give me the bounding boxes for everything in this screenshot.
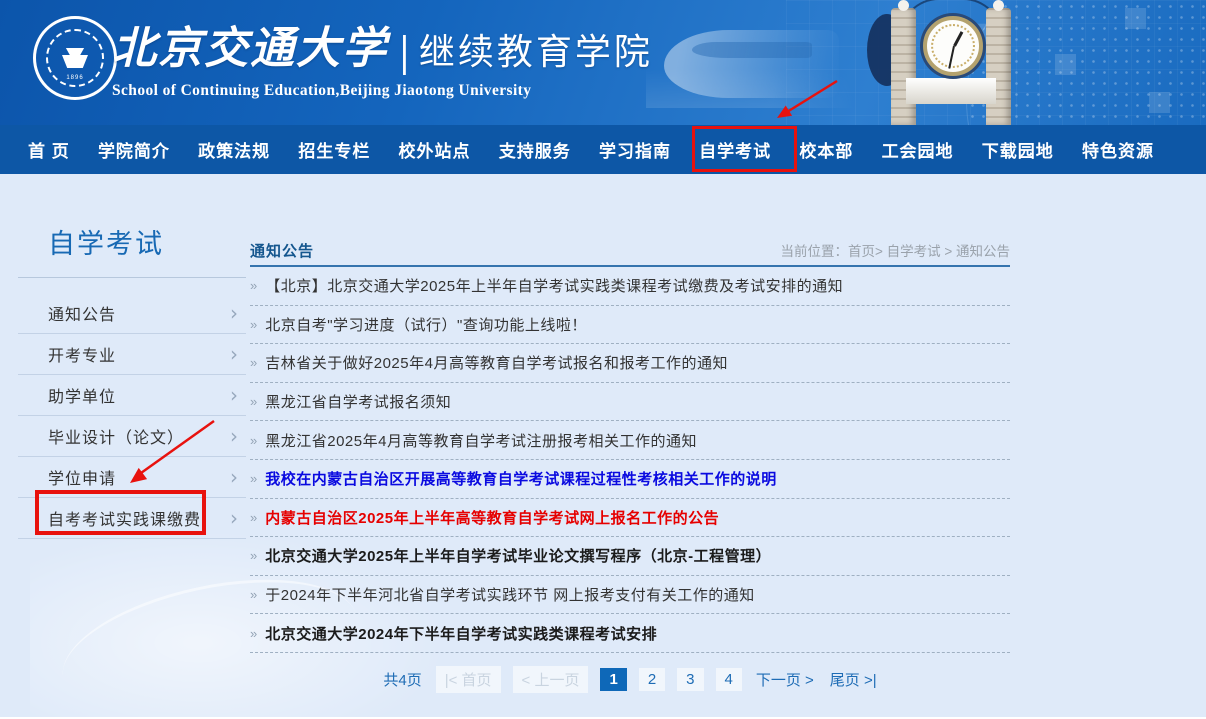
page-button-3[interactable]: 3 [677, 668, 703, 691]
content-area: 自学考试 通知公告 › 开考专业 › 助学单位 › 毕业设计（论文） › [0, 174, 1206, 719]
notice-item[interactable]: » 北京交通大学2024年下半年自学考试实践类课程考试安排 [250, 614, 1010, 653]
main-nav: 首 页 学院简介 政策法规 招生专栏 校外站点 支持服务 学习指南 自学考试 校… [0, 125, 1206, 174]
chevron-right-icon: › [230, 385, 238, 405]
chevron-right-icon: › [230, 426, 238, 446]
nav-item-featured[interactable]: 特色资源 [1082, 137, 1154, 162]
nav-item-support[interactable]: 支持服务 [499, 137, 571, 162]
nav-item-policies[interactable]: 政策法规 [198, 137, 270, 162]
bullet-icon: » [250, 471, 257, 486]
first-page-button: |< 首页 [436, 666, 501, 693]
last-page-button[interactable]: 尾页 >| [828, 666, 879, 693]
notice-item[interactable]: » 北京交通大学2025年上半年自学考试毕业论文撰写程序（北京-工程管理） [250, 537, 1010, 576]
prev-page-button: < 上一页 [513, 666, 589, 693]
notice-item[interactable]: » 黑龙江省自学考试报名须知 [250, 383, 1010, 422]
chevron-right-icon: › [230, 467, 238, 487]
clock-tower-graphic [881, 2, 1021, 125]
site-header: 1896 北京交通大学 | 继续教育学院 School of Continuin… [0, 0, 1206, 125]
nav-item-about[interactable]: 学院简介 [98, 137, 170, 162]
breadcrumb: 当前位置：首页> 自学考试 > 通知公告 [780, 240, 1010, 260]
nav-item-offsite[interactable]: 校外站点 [399, 137, 471, 162]
notice-item[interactable]: » 黑龙江省2025年4月高等教育自学考试注册报考相关工作的通知 [250, 421, 1010, 460]
site-title-block: 北京交通大学 | 继续教育学院 School of Continuing Edu… [112, 18, 653, 100]
notice-item[interactable]: » 于2024年下半年河北省自学考试实践环节 网上报考支付有关工作的通知 [250, 576, 1010, 615]
nav-item-main-campus[interactable]: 校本部 [799, 137, 853, 162]
page-button-4[interactable]: 4 [716, 668, 742, 691]
bullet-icon: » [250, 587, 257, 602]
next-page-button[interactable]: 下一页 > [754, 666, 816, 693]
sidebar-title: 自学考试 [48, 222, 246, 261]
divider [18, 277, 246, 278]
main-panel: 通知公告 当前位置：首页> 自学考试 > 通知公告 » 【北京】北京交通大学20… [250, 240, 1010, 693]
sidebar-item-degree-application[interactable]: 学位申请 › [18, 457, 246, 498]
bullet-icon: » [250, 433, 257, 448]
bullet-icon: » [250, 355, 257, 370]
sidebar-item-thesis[interactable]: 毕业设计（论文） › [18, 416, 246, 457]
bullet-icon: » [250, 394, 257, 409]
bullet-icon: » [250, 626, 257, 641]
notice-item[interactable]: » 内蒙古自治区2025年上半年高等教育自学考试网上报名工作的公告 [250, 499, 1010, 538]
clock-face [923, 16, 983, 76]
school-name-cn: 继续教育学院 [419, 30, 653, 76]
header-decoration [646, 0, 1206, 125]
anvil-icon [62, 48, 88, 68]
title-divider: | [400, 27, 409, 77]
chevron-right-icon: › [230, 344, 238, 364]
university-seal-logo: 1896 [33, 16, 117, 100]
notice-item[interactable]: » 我校在内蒙古自治区开展高等教育自学考试课程过程性考核相关工作的说明 [250, 460, 1010, 499]
notice-item[interactable]: » 吉林省关于做好2025年4月高等教育自学考试报名和报考工作的通知 [250, 344, 1010, 383]
train-graphic [664, 30, 839, 98]
section-title: 通知公告 [250, 240, 314, 261]
university-name-cn: 北京交通大学 [112, 22, 388, 76]
chevron-right-icon: › [230, 303, 238, 323]
bullet-icon: » [250, 317, 257, 332]
nav-item-study-guide[interactable]: 学习指南 [599, 137, 671, 162]
sidebar-item-notices[interactable]: 通知公告 › [18, 293, 246, 334]
page-button-2[interactable]: 2 [639, 668, 665, 691]
nav-item-admissions[interactable]: 招生专栏 [298, 137, 370, 162]
page: 1896 北京交通大学 | 继续教育学院 School of Continuin… [0, 0, 1206, 719]
notice-list: » 【北京】北京交通大学2025年上半年自学考试实践类课程考试缴费及考试安排的通… [250, 267, 1010, 653]
sidebar-item-majors[interactable]: 开考专业 › [18, 334, 246, 375]
pagination: 共4页 |< 首页 < 上一页 1 2 3 4 下一页 > 尾页 >| [250, 666, 1010, 693]
bullet-icon: » [250, 548, 257, 563]
nav-item-self-study-exam[interactable]: 自学考试 [699, 137, 771, 162]
page-count-label: 共4页 [381, 666, 423, 693]
nav-item-downloads[interactable]: 下载园地 [982, 137, 1054, 162]
nav-item-union[interactable]: 工会园地 [882, 137, 954, 162]
nav-item-home[interactable]: 首 页 [28, 137, 70, 162]
logo-year: 1896 [36, 75, 114, 81]
school-name-en: School of Continuing Education,Beijing J… [112, 82, 653, 100]
notice-item[interactable]: » 【北京】北京交通大学2025年上半年自学考试实践类课程考试缴费及考试安排的通… [250, 267, 1010, 306]
notice-item[interactable]: » 北京自考"学习进度（试行）"查询功能上线啦！ [250, 306, 1010, 345]
chevron-right-icon: › [230, 508, 238, 528]
sidebar-item-practice-fee[interactable]: 自考考试实践课缴费 › [18, 498, 246, 539]
bullet-icon: » [250, 278, 257, 293]
page-button-1: 1 [600, 668, 626, 691]
sidebar: 自学考试 通知公告 › 开考专业 › 助学单位 › 毕业设计（论文） › [18, 222, 246, 539]
bullet-icon: » [250, 510, 257, 525]
sidebar-item-study-units[interactable]: 助学单位 › [18, 375, 246, 416]
